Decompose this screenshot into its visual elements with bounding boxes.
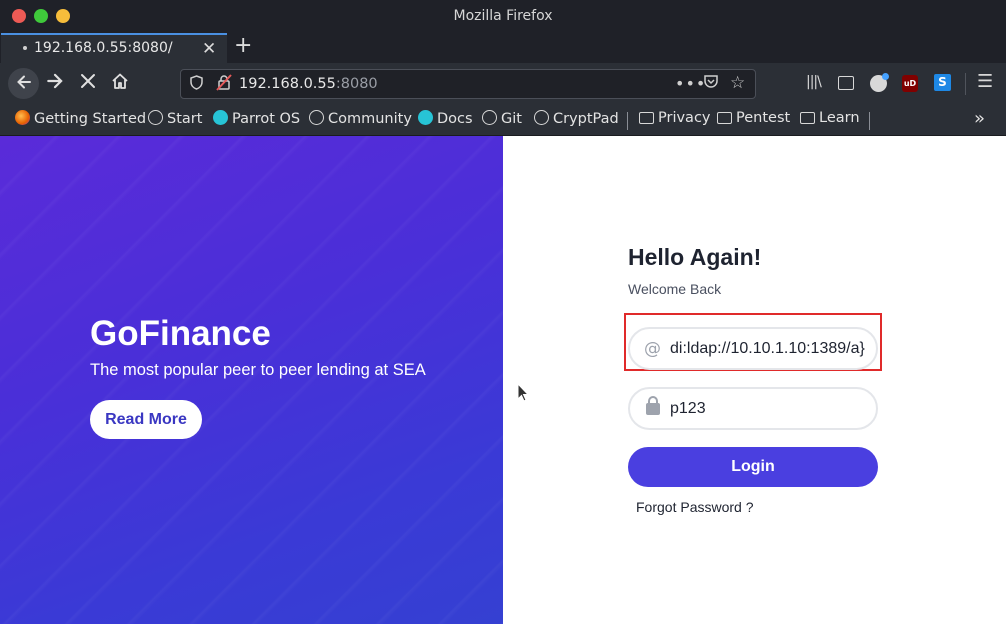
active-tab[interactable]: 192.168.0.55:8080/ ✕ (1, 33, 227, 63)
login-panel: Hello Again! Welcome Back @ di:ldap://10… (503, 136, 1006, 624)
bookmark-git[interactable]: Git (482, 110, 522, 127)
login-subtitle: Welcome Back (628, 281, 722, 297)
toolbar-divider (965, 73, 966, 95)
close-icon (81, 74, 95, 88)
email-value[interactable]: di:ldap://10.10.1.10:1389/a} (670, 340, 874, 358)
globe-icon (309, 110, 324, 125)
bookmark-parrot-os[interactable]: Parrot OS (213, 110, 300, 127)
sidebar-icon[interactable] (838, 76, 854, 90)
library-icon[interactable]: |||\ (806, 74, 822, 90)
bookmark-docs[interactable]: Docs (418, 110, 473, 127)
insecure-lock-icon[interactable] (216, 74, 232, 95)
bookmark-cryptpad[interactable]: CryptPad (534, 110, 619, 127)
home-icon (112, 73, 128, 89)
new-tab-button[interactable]: + (234, 33, 252, 58)
arrow-right-icon (47, 73, 63, 89)
bookmark-folder-pentest[interactable]: Pentest (717, 110, 790, 126)
chevron-double-right-icon[interactable]: » (974, 108, 985, 129)
password-field[interactable]: p123 (628, 387, 878, 430)
password-value[interactable]: p123 (670, 400, 874, 418)
home-button[interactable] (110, 71, 130, 96)
hero-panel: GoFinance The most popular peer to peer … (0, 136, 503, 624)
globe-icon (534, 110, 549, 125)
bookmark-folder-privacy[interactable]: Privacy (639, 110, 711, 126)
window-titlebar: Mozilla Firefox (0, 0, 1006, 33)
at-sign-icon: @ (644, 339, 661, 359)
page-actions-icon[interactable]: ••• (675, 74, 706, 93)
forgot-password-link[interactable]: Forgot Password ? (636, 499, 754, 515)
globe-icon (148, 110, 163, 125)
globe-icon (482, 110, 497, 125)
notification-dot-icon (882, 73, 889, 80)
hamburger-menu-icon[interactable]: ☰ (977, 71, 993, 92)
bookmark-separator (869, 112, 870, 130)
url-host: 192.168.0.55 (239, 76, 336, 92)
bookmarks-toolbar: Getting Started Start Parrot OS Communit… (0, 104, 1006, 136)
folder-icon (717, 112, 732, 124)
url-port: :8080 (335, 76, 378, 92)
url-text[interactable]: 192.168.0.55:8080 (239, 76, 378, 92)
bookmark-folder-learn[interactable]: Learn (800, 110, 860, 126)
read-more-button[interactable]: Read More (90, 400, 202, 439)
tab-title: 192.168.0.55:8080/ (34, 40, 173, 56)
hero-subtitle: The most popular peer to peer lending at… (90, 361, 426, 379)
ublock-icon[interactable]: uD (902, 75, 918, 92)
bookmark-community[interactable]: Community (309, 110, 412, 127)
pocket-icon[interactable] (703, 74, 719, 93)
parrot-icon (213, 110, 228, 125)
folder-icon (800, 112, 815, 124)
login-button[interactable]: Login (628, 447, 878, 487)
bookmark-separator (627, 112, 628, 130)
bookmark-start[interactable]: Start (148, 110, 202, 127)
window-title: Mozilla Firefox (453, 8, 553, 24)
parrot-icon (418, 110, 433, 125)
navigation-toolbar: 192.168.0.55:8080 ••• ☆ |||\ uD S ☰ (0, 63, 1006, 104)
arrow-left-icon (16, 75, 31, 89)
hero-title: GoFinance (90, 314, 271, 353)
login-title: Hello Again! (628, 244, 762, 270)
back-button[interactable] (8, 68, 39, 99)
tab-favicon-icon (23, 46, 27, 50)
lock-icon (646, 396, 660, 415)
tracking-shield-icon[interactable] (190, 75, 203, 94)
extension-s-icon[interactable]: S (934, 74, 951, 91)
tab-strip: 192.168.0.55:8080/ ✕ + (0, 33, 1006, 63)
bookmark-getting-started[interactable]: Getting Started (15, 110, 146, 127)
tab-close-icon[interactable]: ✕ (202, 39, 216, 59)
url-bar[interactable]: 192.168.0.55:8080 ••• ☆ (180, 69, 756, 99)
stop-loading-button[interactable] (79, 70, 97, 95)
firefox-icon (15, 110, 30, 125)
folder-icon (639, 112, 654, 124)
page-content: GoFinance The most popular peer to peer … (0, 136, 1006, 624)
forward-button[interactable] (45, 71, 65, 96)
bookmark-star-icon[interactable]: ☆ (730, 73, 745, 93)
email-field[interactable]: @ di:ldap://10.10.1.10:1389/a} (628, 327, 878, 370)
